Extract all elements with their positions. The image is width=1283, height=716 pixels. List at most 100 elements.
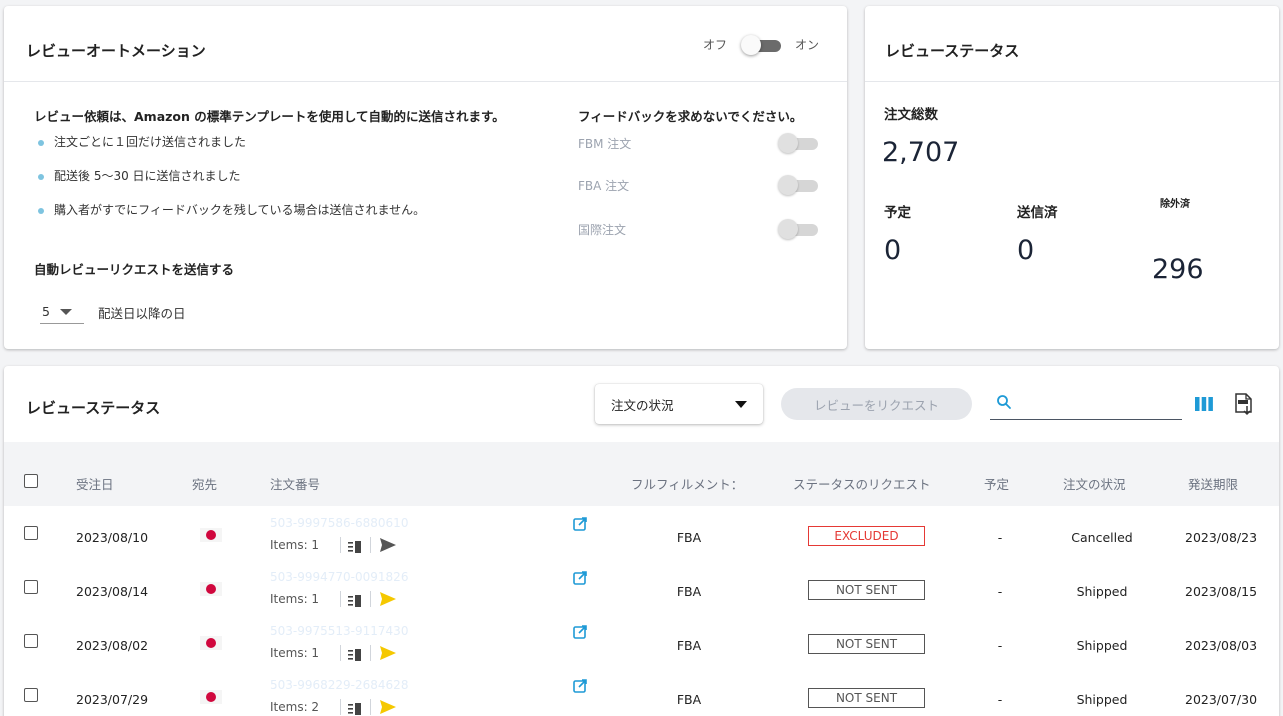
header-order-number[interactable]: 注文番号 <box>270 474 320 493</box>
automation-header: レビューオートメーション オフ オン <box>4 6 847 82</box>
request-review-button[interactable]: レビューをリクエスト <box>781 388 972 420</box>
feedback-option-label: FBA 注文 <box>578 178 630 193</box>
feedback-option-international: 国際注文 <box>578 218 818 240</box>
info-bullet-list: 注文ごとに１回だけ送信されました 配送後 5〜30 日に送信されました 購入者が… <box>38 134 425 236</box>
fulfillment: FBA <box>676 530 702 545</box>
row-checkbox[interactable] <box>24 634 38 648</box>
order-date: 2023/08/10 <box>76 530 149 545</box>
search-box <box>990 388 1182 420</box>
international-toggle[interactable] <box>778 219 818 239</box>
toggle-on-label: オン <box>794 38 819 52</box>
fba-toggle[interactable] <box>778 175 818 195</box>
row-checkbox[interactable] <box>24 526 38 540</box>
ship-deadline: 2023/08/15 <box>1185 584 1258 599</box>
automation-title: レビューオートメーション <box>26 42 206 60</box>
feedback-option-fba: FBA 注文 <box>578 174 818 196</box>
details-icon[interactable] <box>348 538 362 557</box>
total-orders-label: 注文総数 <box>884 107 938 123</box>
review-status-table-card: レビューステータス 注文の状況 レビューをリクエスト 受注日 宛先 注文番号 フ… <box>4 366 1279 716</box>
header-order-date[interactable]: 受注日 <box>76 474 114 493</box>
scheduled: - <box>997 638 1003 653</box>
export-csv-icon[interactable] <box>1233 392 1255 420</box>
send-icon[interactable] <box>380 591 396 610</box>
order-number-link[interactable]: 503-9968229-2684628 <box>270 678 408 692</box>
header-ship-deadline[interactable]: 発送期限 <box>1188 474 1238 493</box>
table-row: 2023/08/14 503-9994770-0091826 Items: 1 … <box>4 564 1279 618</box>
automation-toggle-group: オフ オン <box>702 34 819 55</box>
fbm-toggle[interactable] <box>778 133 818 153</box>
items-count: Items: 2 <box>270 700 320 714</box>
automation-toggle[interactable] <box>740 34 781 55</box>
days-after-delivery-row: 5 配送日以降の日 <box>40 300 186 324</box>
items-count: Items: 1 <box>270 592 320 606</box>
columns-icon[interactable] <box>1194 396 1214 416</box>
ship-deadline: 2023/08/23 <box>1185 530 1258 545</box>
review-automation-card: レビューオートメーション オフ オン レビュー依頼は、Amazon の標準テンプ… <box>4 6 847 349</box>
excluded-value: 296 <box>1152 254 1204 285</box>
details-icon[interactable] <box>348 592 362 611</box>
order-status: Shipped <box>1076 692 1128 707</box>
external-link-icon[interactable] <box>573 516 587 535</box>
header-order-status[interactable]: 注文の状況 <box>1063 474 1126 493</box>
items-count: Items: 1 <box>270 538 320 552</box>
feedback-option-label: FBM 注文 <box>578 136 632 151</box>
table-header-row: 受注日 宛先 注文番号 フルフィルメント： ステータスのリクエスト 予定 注文の… <box>4 442 1279 506</box>
feedback-heading: フィードバックを求めないでください。 <box>578 109 803 124</box>
info-bullet: 購入者がすでにフィードバックを残している場合は送信されません。 <box>38 202 425 236</box>
send-icon[interactable] <box>380 645 396 664</box>
table-title: レビューステータス <box>26 399 161 417</box>
total-orders-value: 2,707 <box>882 137 960 168</box>
order-status-select-label: 注文の状況 <box>611 397 674 413</box>
status-badge: NOT SENT <box>808 580 925 600</box>
japan-flag-icon <box>200 528 222 542</box>
toggle-off-label: オフ <box>702 38 727 52</box>
summary-header: レビューステータス <box>865 6 1279 82</box>
status-badge: NOT SENT <box>808 634 925 654</box>
auto-request-label: 自動レビューリクエストを送信する <box>34 262 235 277</box>
days-select[interactable]: 5 <box>40 300 84 324</box>
header-fulfillment[interactable]: フルフィルメント： <box>631 474 743 493</box>
fulfillment: FBA <box>676 692 702 707</box>
send-icon[interactable] <box>380 537 396 556</box>
status-badge: NOT SENT <box>808 688 925 708</box>
order-status: Shipped <box>1076 584 1128 599</box>
order-status: Cancelled <box>1071 530 1133 545</box>
sent-value: 0 <box>1017 235 1035 266</box>
ship-deadline: 2023/07/30 <box>1185 692 1258 707</box>
order-number-link[interactable]: 503-9997586-6880610 <box>270 516 408 530</box>
feedback-option-fbm: FBM 注文 <box>578 132 818 154</box>
chevron-down-icon <box>59 308 72 315</box>
search-icon <box>996 394 1012 414</box>
order-number-link[interactable]: 503-9994770-0091826 <box>270 570 408 584</box>
details-icon[interactable] <box>348 700 362 716</box>
status-badge: EXCLUDED <box>808 526 925 546</box>
info-bullet: 注文ごとに１回だけ送信されました <box>38 134 425 168</box>
details-icon[interactable] <box>348 646 362 665</box>
search-input[interactable] <box>1020 396 1180 411</box>
header-scheduled[interactable]: 予定 <box>984 474 1009 493</box>
external-link-icon[interactable] <box>573 570 587 589</box>
info-bullet: 配送後 5〜30 日に送信されました <box>38 168 425 202</box>
scheduled: - <box>997 692 1003 707</box>
order-number-link[interactable]: 503-9975513-9117430 <box>270 624 408 638</box>
scheduled-value: 0 <box>884 235 902 266</box>
japan-flag-icon <box>200 690 222 704</box>
order-status-select[interactable]: 注文の状況 <box>595 384 763 424</box>
row-checkbox[interactable] <box>24 580 38 594</box>
select-all-checkbox[interactable] <box>24 474 38 488</box>
scheduled-label: 予定 <box>884 205 911 221</box>
japan-flag-icon <box>200 636 222 650</box>
external-link-icon[interactable] <box>573 624 587 643</box>
scheduled: - <box>997 584 1003 599</box>
chevron-down-icon <box>735 400 747 408</box>
ship-deadline: 2023/08/03 <box>1185 638 1258 653</box>
header-destination[interactable]: 宛先 <box>192 474 217 493</box>
order-date: 2023/08/14 <box>76 584 149 599</box>
japan-flag-icon <box>200 582 222 596</box>
feedback-option-label: 国際注文 <box>578 222 627 237</box>
send-icon[interactable] <box>380 699 396 716</box>
row-checkbox[interactable] <box>24 688 38 702</box>
external-link-icon[interactable] <box>573 678 587 697</box>
table-row: 2023/08/10 503-9997586-6880610 Items: 1 … <box>4 510 1279 564</box>
header-request-status[interactable]: ステータスのリクエスト <box>793 474 931 493</box>
